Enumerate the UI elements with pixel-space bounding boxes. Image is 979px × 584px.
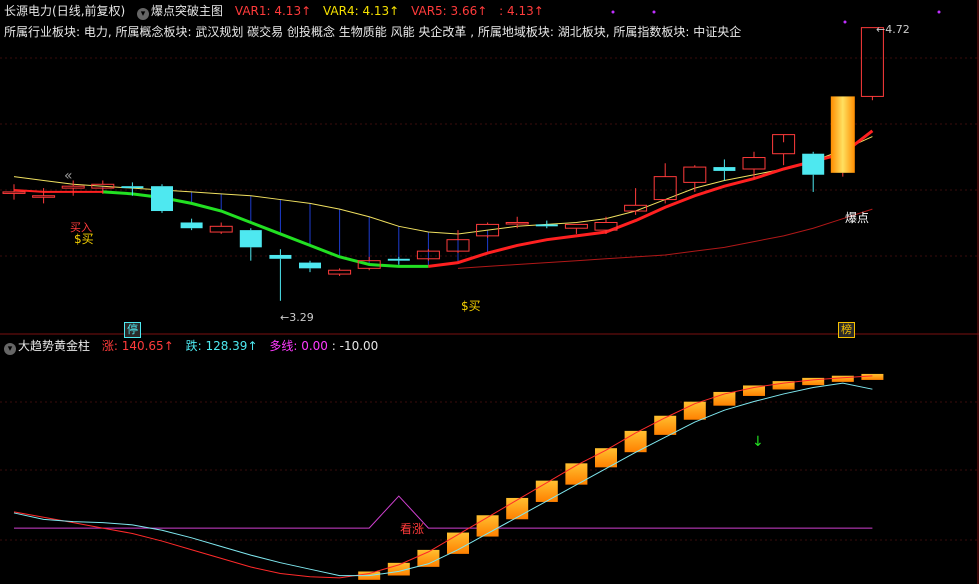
sub-chart-header: ▾ 大趋势黄金柱 涨: 140.65↑ 跌: 128.39↑ 多线: 0.00 :… bbox=[4, 338, 378, 355]
signal-dot bbox=[843, 20, 847, 24]
var4-value: VAR4: 4.13 bbox=[322, 4, 390, 18]
candle-body-down bbox=[180, 222, 203, 229]
zhang-value: 涨: 140.65 bbox=[101, 339, 164, 353]
period-label[interactable]: (日线,前复权) bbox=[52, 4, 125, 18]
indicator-title[interactable]: 爆点突破主图 bbox=[151, 4, 223, 18]
candle-body-down bbox=[387, 258, 410, 261]
gold-bar bbox=[683, 401, 706, 420]
candle-body-up bbox=[505, 221, 529, 225]
var1-value: VAR1: 4.13 bbox=[234, 4, 302, 18]
buy-signal-1: $买 bbox=[74, 232, 94, 246]
gold-bar bbox=[831, 375, 854, 382]
candle-body-up bbox=[742, 157, 766, 170]
duoxian-value: 多线: 0.00 bbox=[269, 339, 328, 353]
low-price-label: ←3.29 bbox=[280, 311, 314, 324]
buy-signal-2: $买 bbox=[461, 299, 481, 313]
sector-info: 所属行业板块: 电力, 所属概念板块: 武汉规划 碳交易 创投概念 生物质能 风… bbox=[4, 25, 742, 39]
up-arrow-icon: ↑ bbox=[389, 4, 400, 18]
kanzhang-label: 看涨 bbox=[400, 522, 425, 536]
sub-indicator-title[interactable]: 大趋势黄金柱 bbox=[18, 339, 90, 353]
candle-body-down bbox=[713, 167, 736, 171]
high-price-label: ←4.72 bbox=[876, 23, 910, 36]
zhang-line bbox=[13, 375, 873, 579]
extra-value: : 4.13 bbox=[499, 4, 534, 18]
main-chart-header: 长源电力(日线,前复权) ▾ 爆点突破主图 VAR1: 4.13↑ VAR4: 4… bbox=[4, 3, 544, 20]
candle-body-down bbox=[151, 186, 173, 212]
candle-body-down bbox=[239, 230, 262, 248]
ma-slow-line bbox=[457, 208, 873, 269]
gold-bar bbox=[447, 532, 469, 554]
gold-bar bbox=[861, 373, 884, 380]
ma-fast-line-red bbox=[428, 129, 874, 268]
gold-bar bbox=[506, 497, 529, 520]
ma-yellow-line bbox=[13, 136, 873, 235]
candle-body-up bbox=[860, 27, 884, 97]
candle-body-up bbox=[2, 191, 26, 194]
collapse-indicator-icon[interactable]: ▾ bbox=[137, 8, 150, 20]
candle-body-down bbox=[121, 186, 144, 189]
gold-bar bbox=[417, 549, 440, 567]
die-line bbox=[13, 382, 873, 577]
up-arrow-icon: ↑ bbox=[533, 4, 544, 18]
var5-value: VAR5: 3.66 bbox=[411, 4, 478, 18]
candle-body-down bbox=[269, 254, 292, 259]
signal-dot bbox=[611, 10, 615, 14]
candle-body-down bbox=[299, 262, 321, 269]
signal-dot bbox=[937, 10, 941, 14]
gold-bar bbox=[535, 480, 558, 502]
candle-body-up bbox=[32, 195, 56, 198]
chart-canvas[interactable]: ↓ bbox=[0, 0, 979, 584]
die-value: 跌: 128.39 bbox=[185, 339, 248, 353]
candle-body-down bbox=[535, 224, 558, 227]
ting-marker[interactable]: 停 bbox=[124, 322, 141, 338]
signal-dot bbox=[652, 10, 656, 14]
gold-bar bbox=[654, 415, 677, 435]
candle-body-down bbox=[802, 153, 825, 175]
up-arrow-icon: ↑ bbox=[247, 339, 258, 353]
candle-body-up bbox=[61, 185, 85, 189]
collapse-indicator-icon[interactable]: ▾ bbox=[4, 343, 16, 355]
candle-body-up bbox=[328, 269, 352, 275]
gold-bar bbox=[565, 463, 588, 485]
up-arrow-icon: ↑ bbox=[163, 339, 174, 353]
collapse-left-icon[interactable]: « bbox=[64, 168, 73, 184]
sub-extra-value: : -10.00 bbox=[331, 339, 379, 353]
bang-marker[interactable]: 榜 bbox=[838, 322, 855, 338]
candle-body-up bbox=[209, 225, 233, 233]
duoxian-line bbox=[14, 495, 873, 529]
stock-name[interactable]: 长源电力 bbox=[4, 4, 52, 18]
up-arrow-icon: ↑ bbox=[477, 4, 488, 18]
candle-body-up bbox=[683, 166, 707, 183]
candle-body-up bbox=[564, 223, 588, 229]
up-arrow-icon: ↑ bbox=[301, 4, 312, 18]
ma-fast-line-red bbox=[13, 189, 103, 193]
baodian-label: 爆点 bbox=[845, 211, 870, 225]
gold-bar bbox=[624, 430, 647, 453]
breakout-candle bbox=[830, 96, 855, 173]
down-arrow-icon: ↓ bbox=[752, 434, 764, 450]
